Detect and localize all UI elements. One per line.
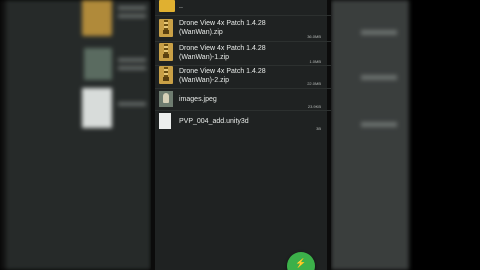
blurred-text — [361, 75, 397, 80]
divider — [155, 15, 331, 16]
file-name: Drone View 4x Patch 1.4.28 (WanWan)-2.zi… — [179, 68, 266, 84]
blurred-zip-icon — [82, 0, 112, 36]
blurred-text — [118, 14, 146, 18]
blurred-background-right — [331, 0, 409, 270]
blurred-text — [118, 102, 146, 106]
parent-directory-label: .. — [179, 3, 183, 10]
file-name: Drone View 4x Patch 1.4.28 (WanWan).zip — [179, 20, 266, 36]
folder-up-icon — [159, 0, 175, 12]
blurred-text — [118, 58, 146, 62]
file-name: Drone View 4x Patch 1.4.28 (WanWan)-1.zi… — [179, 45, 266, 61]
file-name: images.jpeg — [179, 96, 217, 103]
image-file-icon — [159, 91, 173, 107]
parent-directory-row[interactable]: .. — [155, 0, 327, 14]
blurred-file-icon — [82, 88, 112, 128]
file-size: 3B — [316, 126, 321, 131]
file-size: 23.9KB — [307, 104, 321, 109]
file-size: 1.0MB — [309, 59, 321, 64]
zip-icon — [159, 43, 173, 61]
file-row[interactable]: Drone View 4x Patch 1.4.28 (WanWan).zip … — [155, 17, 327, 41]
blurred-text — [118, 66, 146, 70]
file-row[interactable]: Drone View 4x Patch 1.4.28 (WanWan)-1.zi… — [155, 42, 327, 66]
file-row[interactable]: images.jpeg 23.9KB — [155, 89, 327, 111]
blurred-background-left — [0, 0, 151, 270]
file-row[interactable]: PVP_004_add.unity3d 3B — [155, 111, 327, 133]
bolt-icon: ⚡ — [295, 258, 307, 268]
blurred-text — [118, 6, 146, 10]
file-name: PVP_004_add.unity3d — [179, 118, 249, 125]
blurred-image-icon — [84, 48, 112, 80]
blurred-text — [361, 30, 397, 35]
blurred-text — [361, 122, 397, 127]
file-manager-screen: .. Drone View 4x Patch 1.4.28 (WanWan).z… — [151, 0, 331, 270]
generic-file-icon — [159, 113, 171, 129]
zip-icon — [159, 19, 173, 37]
zip-icon — [159, 66, 173, 84]
file-row[interactable]: Drone View 4x Patch 1.4.28 (WanWan)-2.zi… — [155, 66, 327, 90]
file-size: 22.0MB — [307, 81, 321, 86]
floating-action-button[interactable]: ⚡ — [287, 252, 315, 270]
file-size: 36.0MB — [307, 34, 321, 39]
